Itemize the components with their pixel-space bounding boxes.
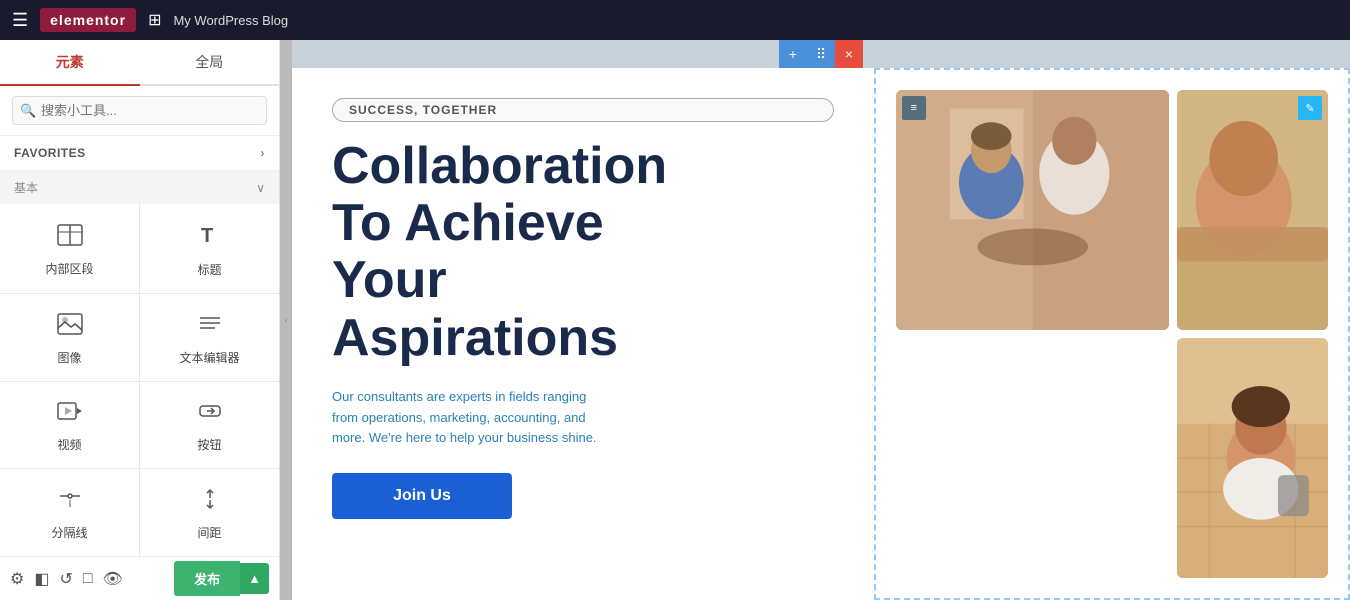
close-element-button[interactable]: × — [835, 40, 863, 68]
widget-image-label: 图像 — [57, 349, 81, 366]
sidebar-bottom-bar: ⚙ ◧ ↺ □ 👁 发布 ▲ — [0, 556, 279, 600]
image-bottom-right — [1177, 338, 1328, 578]
image-top-right: ✎ — [1177, 90, 1328, 330]
hero-description: Our consultants are experts in fields ra… — [332, 387, 612, 449]
page-right-images: ≡ — [874, 68, 1350, 600]
inner-section-icon — [57, 224, 83, 252]
publish-arrow-button[interactable]: ▲ — [240, 563, 269, 594]
sidebar-drag-handle[interactable]: ‹ — [280, 40, 292, 600]
widget-image[interactable]: 图像 — [0, 294, 139, 381]
widget-text-editor[interactable]: 文本编辑器 — [140, 294, 279, 381]
preview-icon[interactable]: 👁 — [103, 569, 123, 589]
heading-icon: T — [198, 223, 222, 253]
image-main: ≡ — [896, 90, 1170, 330]
responsive-icon[interactable]: □ — [83, 570, 93, 588]
chevron-down-icon: ∨ — [256, 181, 265, 195]
favorites-arrow: › — [261, 146, 266, 160]
page-inner: SUCCESS, TOGETHER Collaboration To Achie… — [292, 68, 1350, 600]
svg-text:T: T — [201, 225, 213, 247]
menu-icon[interactable]: ☰ — [12, 10, 28, 31]
widget-divider[interactable]: 分隔线 — [0, 469, 139, 556]
image-bottom-placeholder — [1177, 338, 1328, 578]
widget-button-label: 按钮 — [197, 436, 221, 453]
hero-title-line1: Collaboration — [332, 138, 834, 195]
badge-pill: SUCCESS, TOGETHER — [332, 98, 834, 122]
history-icon[interactable]: ↺ — [59, 569, 72, 589]
drag-handle-button[interactable]: ⠿ — [807, 40, 835, 68]
video-icon — [57, 400, 83, 428]
hero-title-line3: Your — [332, 252, 834, 309]
top-bar: ☰ elementor ⊞ My WordPress Blog — [0, 0, 1350, 40]
elementor-logo: elementor — [40, 8, 136, 32]
bottom-icons-group: ⚙ ◧ ↺ □ 👁 — [10, 569, 123, 589]
grid-icon[interactable]: ⊞ — [148, 10, 161, 30]
floating-toolbar: + ⠿ × — [779, 40, 863, 68]
tab-global[interactable]: 全局 — [140, 40, 280, 84]
favorites-label: FAVORITES — [14, 146, 86, 160]
hero-title-line2: To Achieve — [332, 195, 834, 252]
widget-inner-section[interactable]: 内部区段 — [0, 204, 139, 293]
canvas-area: + ⠿ × SUCCESS, TOGETHER Collaboration To… — [292, 40, 1350, 600]
widget-video[interactable]: 视频 — [0, 382, 139, 469]
search-input[interactable] — [12, 96, 267, 125]
widget-spacer[interactable]: 间距 — [140, 469, 279, 556]
divider-icon — [57, 488, 83, 516]
join-us-button[interactable]: Join Us — [332, 473, 512, 519]
widget-divider-label: 分隔线 — [51, 524, 87, 541]
widget-video-label: 视频 — [57, 436, 81, 453]
widget-spacer-label: 间距 — [197, 524, 221, 541]
page-left: SUCCESS, TOGETHER Collaboration To Achie… — [292, 68, 874, 600]
sidebar-tabs: 元素 全局 — [0, 40, 279, 86]
main-layout: 元素 全局 🔍 FAVORITES › 基本 ∨ — [0, 40, 1350, 600]
settings-icon[interactable]: ⚙ — [10, 569, 24, 589]
publish-button[interactable]: 发布 — [174, 561, 240, 596]
button-icon — [197, 400, 223, 428]
widget-text-editor-label: 文本编辑器 — [179, 349, 239, 366]
page-content: SUCCESS, TOGETHER Collaboration To Achie… — [292, 68, 1350, 600]
widget-heading-label: 标题 — [197, 261, 221, 278]
search-icon: 🔍 — [20, 103, 36, 119]
add-element-button[interactable]: + — [779, 40, 807, 68]
widget-button[interactable]: 按钮 — [140, 382, 279, 469]
basic-section-header[interactable]: 基本 ∨ — [0, 171, 279, 204]
sidebar: 元素 全局 🔍 FAVORITES › 基本 ∨ — [0, 40, 280, 600]
image-main-placeholder — [896, 90, 1170, 330]
tab-elements[interactable]: 元素 — [0, 40, 140, 84]
spacer-icon — [197, 488, 223, 516]
text-editor-icon — [197, 313, 223, 341]
widget-heading[interactable]: T 标题 — [140, 204, 279, 293]
image-top-right-placeholder — [1177, 90, 1328, 330]
sidebar-search-area: 🔍 — [0, 86, 279, 136]
favorites-section[interactable]: FAVORITES › — [0, 136, 279, 171]
image-handle-left[interactable]: ≡ — [902, 96, 926, 120]
widget-inner-section-label: 内部区段 — [45, 260, 93, 277]
image-grid: ≡ — [896, 90, 1328, 578]
layers-icon[interactable]: ◧ — [34, 569, 49, 589]
widgets-grid: 内部区段 T 标题 图像 文本编辑器 — [0, 204, 279, 556]
image-edit-button[interactable]: ✎ — [1298, 96, 1322, 120]
basic-section-label: 基本 — [14, 179, 38, 196]
site-name: My WordPress Blog — [173, 13, 288, 28]
image-icon — [57, 313, 83, 341]
hero-title: Collaboration To Achieve Your Aspiration… — [332, 138, 834, 367]
publish-button-group: 发布 ▲ — [174, 561, 269, 596]
hero-title-line4: Aspirations — [332, 310, 834, 367]
